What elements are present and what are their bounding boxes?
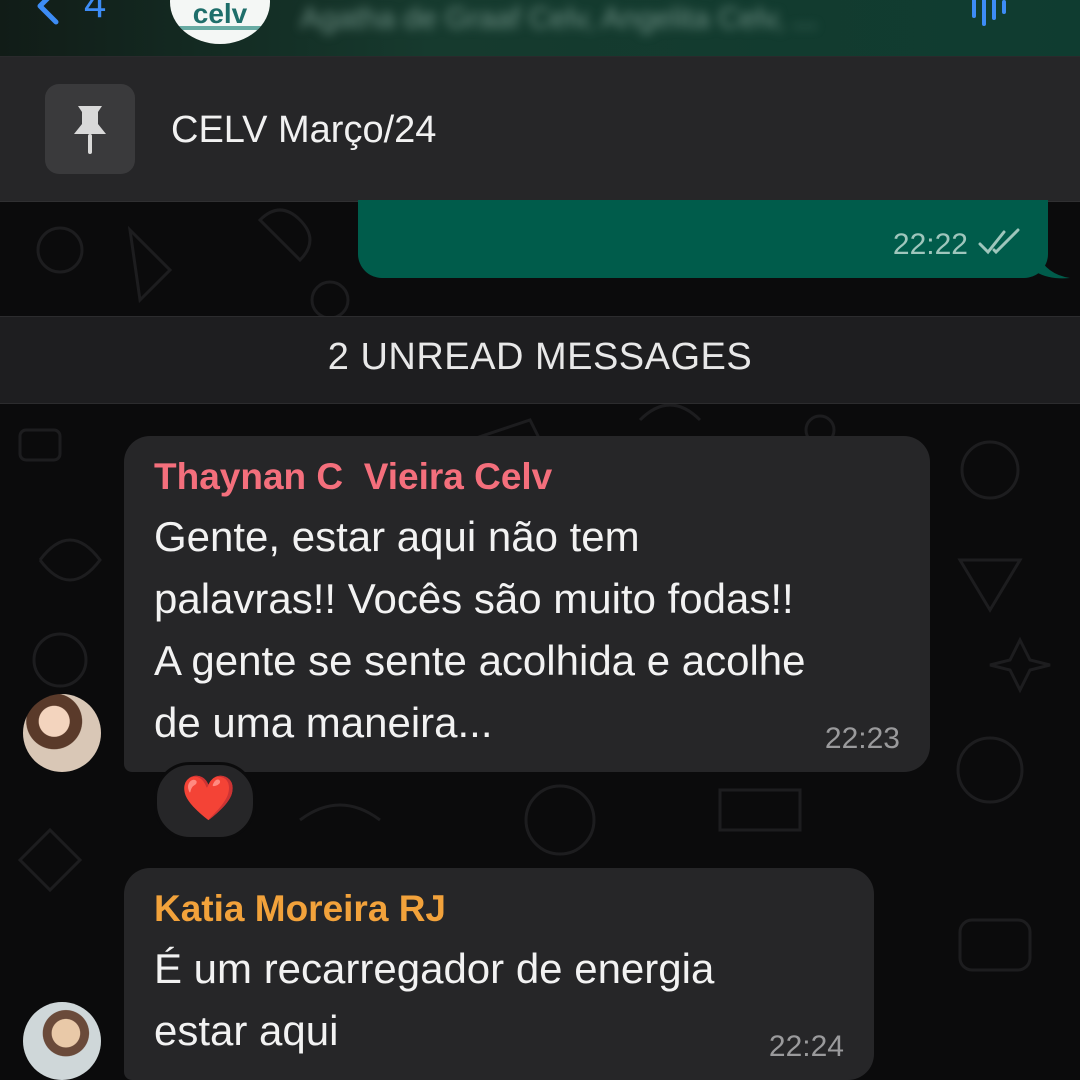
- message-line: Gente, estar aqui não tem: [154, 513, 640, 560]
- group-members-subtitle[interactable]: Agatha de Graaf Celv, Angelita Celv, ...: [300, 2, 818, 36]
- message-time: 22:23: [824, 722, 900, 755]
- sender-avatar[interactable]: [23, 1002, 101, 1080]
- unread-messages-banner: 2 UNREAD MESSAGES: [0, 316, 1080, 404]
- sender-avatar[interactable]: [23, 694, 101, 772]
- back-unread-count[interactable]: 4: [84, 0, 106, 27]
- chat-header: 4 celv Agatha de Graaf Celv, Angelita Ce…: [0, 0, 1080, 57]
- group-logo-underline: [178, 26, 262, 30]
- incoming-message-bubble[interactable]: Thaynan C Vieira Celv Gente, estar aqui …: [124, 436, 930, 772]
- chat-screen: 4 celv Agatha de Graaf Celv, Angelita Ce…: [0, 0, 1080, 1080]
- pinned-message-text: CELV Março/24: [171, 109, 437, 151]
- message-time: 22:24: [768, 1030, 844, 1063]
- message-sender-name[interactable]: Katia Moreira RJ: [154, 888, 446, 930]
- pin-icon: [74, 106, 106, 154]
- incoming-message-bubble[interactable]: Katia Moreira RJ É um recarregador de en…: [124, 868, 874, 1080]
- pinned-message-bar[interactable]: CELV Março/24: [0, 57, 1080, 202]
- message-reaction[interactable]: ❤️: [154, 762, 256, 840]
- heart-icon: ❤️: [181, 774, 236, 823]
- double-check-icon: [978, 228, 1020, 255]
- message-text: Gente, estar aqui não tem palavras!! Voc…: [154, 506, 914, 754]
- message-line: estar aqui: [154, 1007, 339, 1054]
- outgoing-bubble-tail: [1036, 250, 1070, 279]
- chevron-left-icon[interactable]: [28, 0, 68, 26]
- outgoing-message-time: 22:22: [892, 228, 968, 261]
- pin-icon-container: [45, 84, 135, 174]
- group-avatar[interactable]: celv: [170, 0, 270, 44]
- message-line: A gente se sente acolhida e acolhe: [154, 637, 806, 684]
- audio-wave-icon[interactable]: [968, 0, 1012, 30]
- message-sender-name[interactable]: Thaynan C Vieira Celv: [154, 456, 552, 498]
- message-line: É um recarregador de energia: [154, 945, 715, 992]
- message-line: palavras!! Vocês são muito fodas!!: [154, 575, 794, 622]
- message-text: É um recarregador de energia estar aqui: [154, 938, 854, 1062]
- message-line: de uma maneira...: [154, 699, 493, 746]
